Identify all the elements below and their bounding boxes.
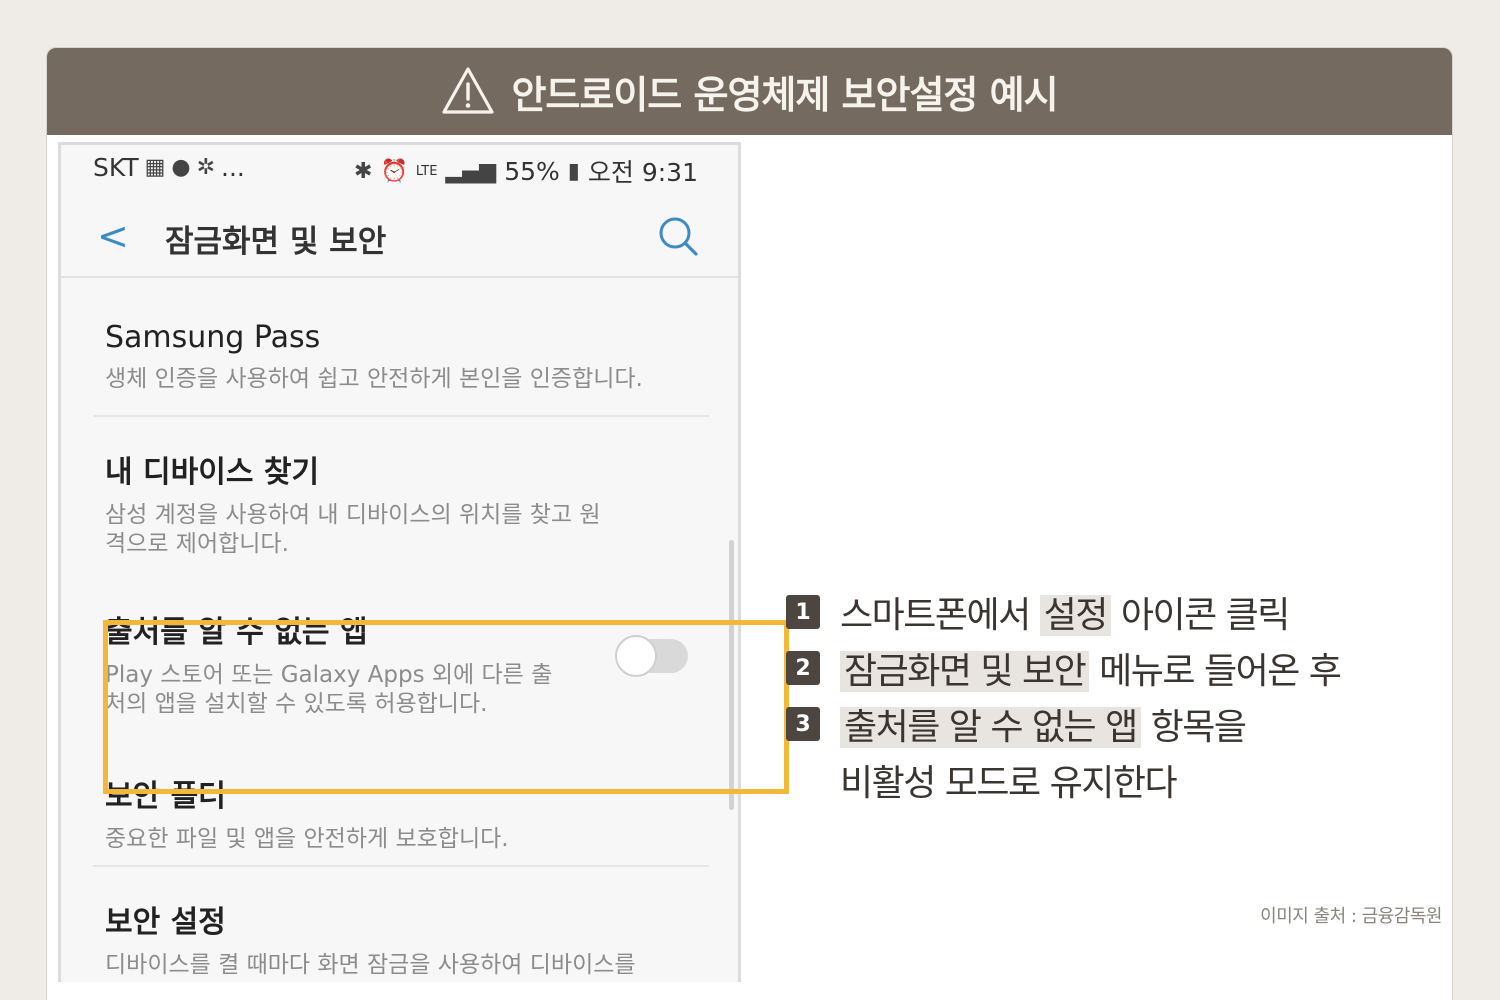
banner-title: 안드로이드 운영체제 보안설정 예시: [511, 73, 1058, 117]
instruction-steps: 1 스마트폰에서 설정 아이콘 클릭 2 잠금화면 및 보안 메뉴로 들어온 후…: [786, 584, 1342, 808]
battery-icon: ▮: [567, 158, 580, 184]
status-time: 오전 9:31: [587, 158, 698, 187]
more-indicator: ...: [221, 153, 245, 182]
divider: [93, 865, 709, 867]
step-2: 2 잠금화면 및 보안 메뉴로 들어온 후: [786, 640, 1342, 696]
step-1: 1 스마트폰에서 설정 아이콘 클릭: [786, 584, 1340, 640]
battery-level: 55%: [504, 156, 560, 186]
list-item-samsung-pass[interactable]: Samsung Pass 생체 인증을 사용하여 쉽고 안전하게 본인을 인증합…: [105, 320, 705, 394]
item-title: 내 디바이스 찾기: [105, 455, 320, 490]
item-subtitle: 생체 인증을 사용하여 쉽고 안전하게 본인을 인증합니다.: [105, 366, 643, 392]
item-subtitle: 삼성 계정을 사용하여 내 디바이스의 위치를 찾고 원격으로 제어합니다.: [105, 502, 601, 557]
image-credit: 이미지 출처 : 금융감독원: [1260, 906, 1442, 927]
step-text: 스마트폰에서 설정 아이콘 클릭: [840, 595, 1290, 636]
carrier-label: SKT: [93, 153, 139, 182]
phone-screenshot: SKT ▦ ● ✲ ... ✱ ⏰ LTE ▂▄▆ 55% ▮ 오전 9:31 …: [58, 142, 741, 982]
highlighted-term: 출처를 알 수 없는 앱: [840, 707, 1141, 748]
step-number: 3: [786, 707, 820, 741]
highlighted-term: 잠금화면 및 보안: [840, 651, 1090, 692]
item-title: 보안 설정: [105, 905, 226, 940]
highlight-box: [103, 620, 789, 794]
bluetooth-icon: ✱: [354, 158, 373, 184]
status-bar: SKT ▦ ● ✲ ... ✱ ⏰ LTE ▂▄▆ 55% ▮ 오전 9:31: [61, 145, 738, 195]
warning-icon: [442, 66, 495, 114]
notification-icon: ●: [171, 155, 191, 180]
step-3: 3 출처를 알 수 없는 앱 항목을: [786, 696, 1340, 752]
highlighted-term: 설정: [1039, 595, 1111, 636]
step-text: 잠금화면 및 보안 메뉴로 들어온 후: [840, 642, 1342, 694]
list-item-find-my-device[interactable]: 내 디바이스 찾기 삼성 계정을 사용하여 내 디바이스의 위치를 찾고 원격으…: [105, 447, 605, 559]
back-arrow-icon[interactable]: <: [97, 214, 129, 258]
step-number: 2: [786, 651, 820, 685]
item-subtitle: 중요한 파일 및 앱을 안전하게 보호합니다.: [105, 826, 509, 852]
divider: [93, 415, 709, 417]
step-text: 출처를 알 수 없는 앱 항목을: [840, 698, 1247, 750]
lte-label: LTE: [415, 163, 438, 179]
search-icon[interactable]: [656, 214, 700, 258]
item-subtitle: 디바이스를 켤 때마다 화면 잠금을 사용하여 디바이스를: [105, 952, 636, 978]
sync-icon: ✲: [196, 155, 216, 180]
step-3-continuation: 비활성 모드로 유지한다: [786, 752, 1340, 808]
list-item-security-settings[interactable]: 보안 설정 디바이스를 켤 때마다 화면 잠금을 사용하여 디바이스를: [105, 897, 705, 980]
gallery-icon: ▦: [144, 155, 166, 180]
step-text: 비활성 모드로 유지한다: [840, 763, 1178, 804]
alarm-icon: ⏰: [380, 158, 408, 184]
app-bar: < 잠금화면 및 보안: [61, 200, 738, 278]
page-title: 잠금화면 및 보안: [165, 224, 387, 260]
item-title: Samsung Pass: [105, 320, 321, 355]
step-number: 1: [786, 595, 820, 629]
signal-icon: ▂▄▆: [445, 158, 497, 184]
title-banner: 안드로이드 운영체제 보안설정 예시: [47, 48, 1452, 135]
